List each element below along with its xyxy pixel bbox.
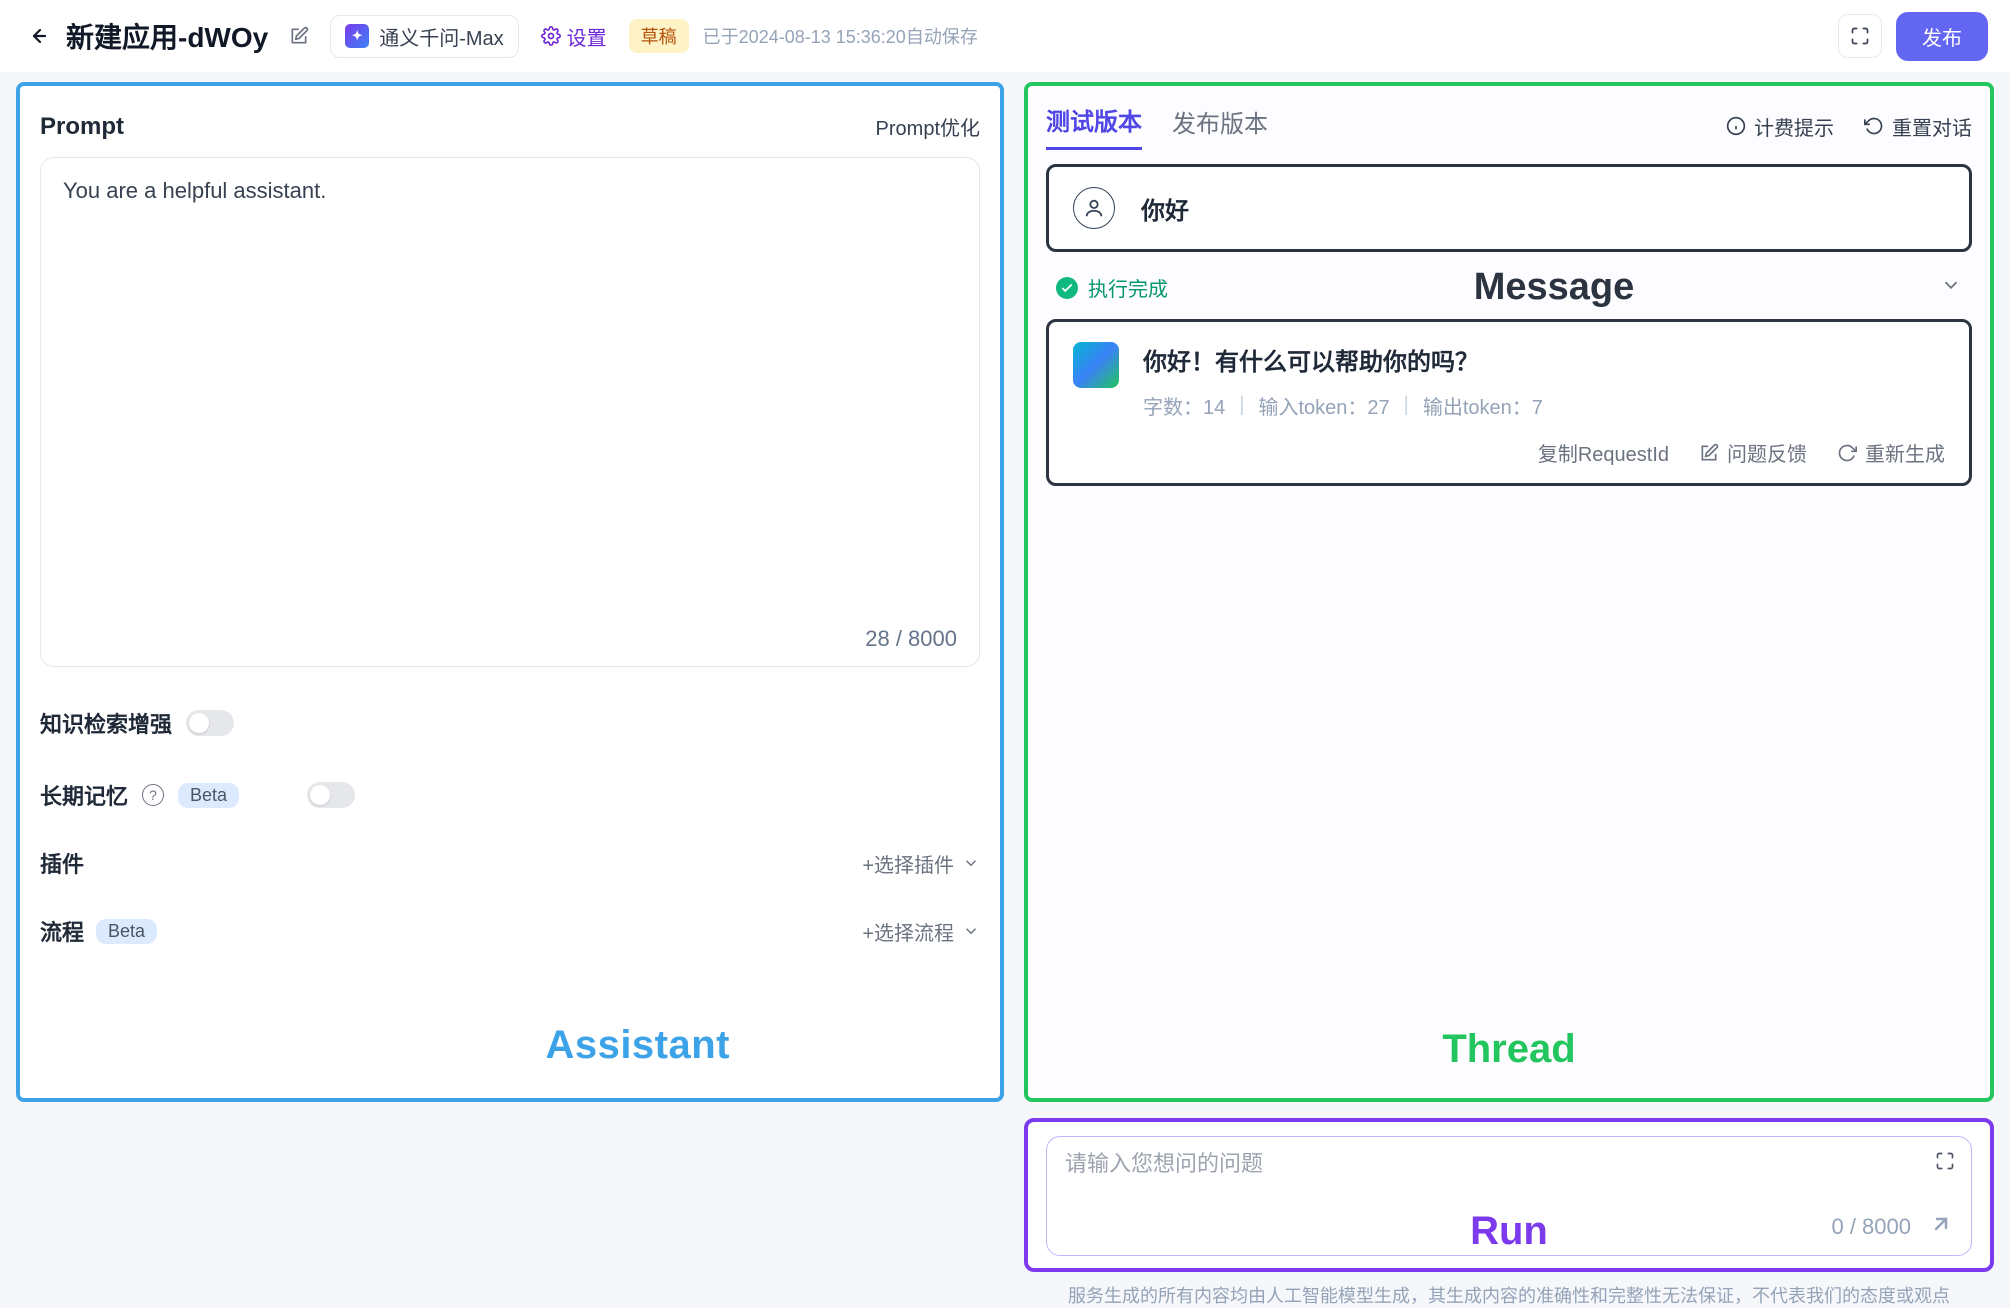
knowledge-toggle-label: 知识检索增强 bbox=[40, 707, 172, 739]
send-icon bbox=[1929, 1212, 1953, 1236]
memory-toggle[interactable] bbox=[307, 782, 355, 808]
ai-message-text: 你好！有什么可以帮助你的吗？ bbox=[1143, 342, 1945, 377]
user-message-card: 你好 bbox=[1046, 164, 1972, 252]
assistant-annotation: Assistant bbox=[545, 1023, 730, 1068]
settings-link[interactable]: 设置 bbox=[533, 18, 615, 55]
message-annotation: Message bbox=[1474, 266, 1635, 309]
input-counter: 0 / 8000 bbox=[1831, 1214, 1911, 1240]
plugin-section-label: 插件 bbox=[40, 847, 84, 879]
status-collapse-button[interactable] bbox=[1940, 274, 1962, 301]
knowledge-toggle[interactable] bbox=[186, 710, 234, 736]
edit-title-button[interactable] bbox=[282, 19, 316, 53]
chevron-down-icon bbox=[1940, 274, 1962, 296]
draft-badge: 草稿 bbox=[629, 19, 689, 53]
ai-avatar-icon bbox=[1073, 342, 1119, 388]
chat-input-wrapper: 0 / 8000 bbox=[1046, 1136, 1972, 1256]
settings-label: 设置 bbox=[567, 22, 607, 51]
prompt-textarea[interactable]: You are a helpful assistant. 28 / 8000 bbox=[40, 157, 980, 667]
edit-icon bbox=[1699, 443, 1719, 463]
maximize-icon bbox=[1850, 26, 1870, 46]
ai-message-meta: 字数：14 | 输入token：27 | 输出token：7 bbox=[1143, 391, 1945, 420]
publish-button[interactable]: 发布 bbox=[1896, 12, 1988, 61]
feedback-button[interactable]: 问题反馈 bbox=[1699, 438, 1807, 467]
chat-input[interactable] bbox=[1065, 1151, 1775, 1177]
send-button[interactable] bbox=[1929, 1212, 1953, 1241]
back-button[interactable] bbox=[22, 21, 52, 51]
model-brand-icon: ✦ bbox=[345, 24, 369, 48]
thread-panel: 测试版本 发布版本 计费提示 重置对话 你好 bbox=[1024, 82, 1994, 1102]
autosave-text: 已于2024-08-13 15:36:20自动保存 bbox=[703, 23, 978, 49]
model-name: 通义千问-Max bbox=[379, 22, 503, 51]
user-avatar bbox=[1073, 187, 1115, 229]
chevron-down-icon bbox=[962, 922, 980, 940]
assistant-panel: Prompt Prompt优化 You are a helpful assist… bbox=[16, 82, 1004, 1102]
memory-toggle-label: 长期记忆 bbox=[40, 779, 128, 811]
prompt-counter: 28 / 8000 bbox=[865, 626, 957, 652]
thread-annotation: Thread bbox=[1028, 1027, 1990, 1072]
plugin-select-link[interactable]: +选择插件 bbox=[862, 849, 980, 878]
tab-test-version[interactable]: 测试版本 bbox=[1046, 102, 1142, 150]
process-section-label: 流程 bbox=[40, 915, 84, 947]
execution-status[interactable]: 执行完成 bbox=[1056, 273, 1168, 302]
fullscreen-button[interactable] bbox=[1838, 14, 1882, 58]
prompt-section-label: Prompt bbox=[40, 113, 124, 141]
beta-badge-memory: Beta bbox=[178, 783, 239, 808]
info-icon bbox=[1726, 116, 1746, 136]
beta-badge-process: Beta bbox=[96, 919, 157, 944]
ai-message-card: 你好！有什么可以帮助你的吗？ 字数：14 | 输入token：27 | 输出to… bbox=[1046, 319, 1972, 486]
disclaimer-text: 服务生成的所有内容均由人工智能模型生成，其生成内容的准确性和完整性无法保证，不代… bbox=[1024, 1282, 1994, 1308]
maximize-icon bbox=[1935, 1151, 1955, 1171]
prompt-text: You are a helpful assistant. bbox=[63, 178, 957, 204]
prompt-optimize-link[interactable]: Prompt优化 bbox=[876, 112, 980, 141]
expand-input-button[interactable] bbox=[1935, 1151, 1955, 1176]
app-title: 新建应用-dWOy bbox=[66, 16, 268, 56]
refresh-icon bbox=[1837, 443, 1857, 463]
reset-conversation-link[interactable]: 重置对话 bbox=[1864, 112, 1972, 141]
reset-icon bbox=[1864, 116, 1884, 136]
copy-request-id-button[interactable]: 复制RequestId bbox=[1538, 438, 1669, 467]
chevron-down-icon bbox=[962, 854, 980, 872]
process-select-link[interactable]: +选择流程 bbox=[862, 917, 980, 946]
header-bar: 新建应用-dWOy ✦ 通义千问-Max 设置 草稿 已于2024-08-13 … bbox=[0, 0, 2010, 72]
edit-icon bbox=[289, 26, 309, 46]
arrow-left-icon bbox=[25, 24, 49, 48]
tab-release-version[interactable]: 发布版本 bbox=[1172, 104, 1268, 149]
run-panel: 0 / 8000 Run bbox=[1024, 1118, 1994, 1272]
check-icon bbox=[1056, 277, 1078, 299]
user-icon bbox=[1083, 197, 1105, 219]
regenerate-button[interactable]: 重新生成 bbox=[1837, 438, 1945, 467]
billing-tip-link[interactable]: 计费提示 bbox=[1726, 112, 1834, 141]
user-message-text: 你好 bbox=[1141, 191, 1189, 226]
gear-icon bbox=[541, 26, 561, 46]
model-selector[interactable]: ✦ 通义千问-Max bbox=[330, 15, 518, 58]
help-icon[interactable]: ? bbox=[142, 784, 164, 806]
